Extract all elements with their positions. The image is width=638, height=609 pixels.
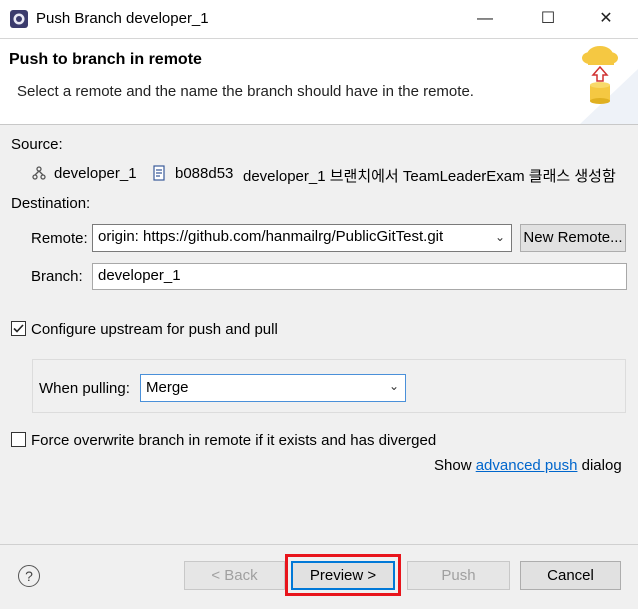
remote-select[interactable]: origin: https://github.com/hanmailrg/Pub… — [92, 224, 512, 252]
push-cloud-icon — [580, 46, 638, 124]
commit-icon — [153, 165, 165, 181]
minimize-button[interactable]: — — [470, 6, 500, 32]
source-label: Source: — [11, 136, 63, 153]
footer-separator — [0, 544, 638, 545]
force-overwrite-checkbox[interactable] — [11, 432, 26, 447]
remote-select-value: origin: https://github.com/hanmailrg/Pub… — [98, 228, 444, 245]
page-description: Select a remote and the name the branch … — [17, 83, 474, 100]
push-button[interactable]: Push — [407, 561, 510, 590]
destination-label: Destination: — [11, 195, 91, 212]
source-branch: developer_1 — [54, 165, 137, 182]
configure-upstream-label: Configure upstream for push and pull — [31, 321, 278, 338]
close-button[interactable]: ✕ — [591, 6, 621, 32]
maximize-button[interactable]: ☐ — [533, 6, 563, 32]
when-pulling-select-value: Merge — [146, 379, 189, 396]
advanced-push-link[interactable]: advanced push — [476, 457, 578, 474]
branch-label: Branch: — [31, 268, 83, 285]
source-commit-message: developer_1 브랜치에서 TeamLeaderExam 클래스 생성함 — [243, 168, 616, 185]
help-icon[interactable]: ? — [18, 565, 40, 587]
advanced-suffix: dialog — [581, 457, 622, 474]
eclipse-app-icon — [10, 10, 28, 28]
chevron-down-icon: ⌄ — [494, 230, 505, 244]
advanced-push-text: Show advanced push dialog — [434, 457, 622, 474]
back-button[interactable]: < Back — [184, 561, 285, 590]
checkmark-icon — [13, 324, 24, 333]
branch-icon — [32, 166, 46, 180]
wizard-banner: Push to branch in remote Select a remote… — [0, 39, 638, 125]
when-pulling-select[interactable]: Merge ⌄ — [140, 374, 406, 402]
window-title: Push Branch developer_1 — [36, 10, 209, 27]
advanced-prefix: Show — [434, 457, 472, 474]
chevron-down-icon: ⌄ — [388, 379, 399, 393]
branch-input[interactable]: developer_1 — [92, 263, 627, 290]
source-commit-id: b088d53 — [175, 165, 234, 182]
configure-upstream-checkbox[interactable] — [11, 321, 26, 336]
when-pulling-label: When pulling: — [39, 380, 130, 397]
preview-highlight-box — [285, 554, 401, 596]
page-title: Push to branch in remote — [9, 51, 202, 68]
remote-label: Remote: — [31, 230, 88, 247]
new-remote-button[interactable]: New Remote... — [520, 224, 626, 252]
cancel-button[interactable]: Cancel — [520, 561, 621, 590]
force-overwrite-label: Force overwrite branch in remote if it e… — [31, 432, 437, 449]
title-bar: Push Branch developer_1 — ☐ ✕ — [0, 0, 638, 39]
